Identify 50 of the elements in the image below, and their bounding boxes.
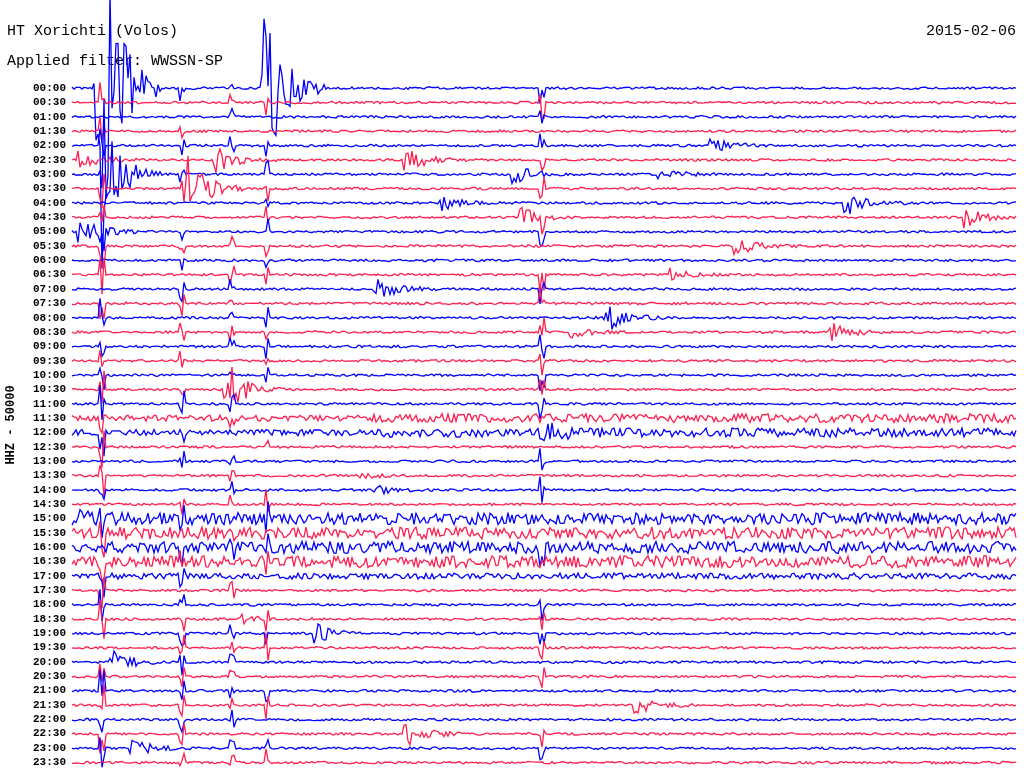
time-label: 18:30: [32, 611, 67, 627]
time-label: 23:00: [32, 740, 67, 756]
time-label: 06:00: [32, 253, 67, 268]
time-label: 01:30: [32, 124, 67, 139]
time-label: 02:30: [32, 152, 67, 168]
time-label: 10:30: [32, 382, 67, 397]
time-label: 13:30: [32, 468, 67, 483]
time-label: 06:30: [32, 267, 67, 282]
time-label: 04:30: [32, 210, 67, 225]
time-label: 13:00: [32, 453, 67, 469]
time-label: 00:30: [32, 95, 67, 110]
time-label: 05:00: [32, 224, 67, 239]
time-label: 07:00: [32, 281, 67, 297]
time-label: 01:00: [32, 109, 67, 125]
time-label: 08:00: [32, 310, 67, 325]
time-label: 16:00: [32, 540, 67, 555]
time-label: 08:30: [32, 324, 67, 340]
time-label: 18:00: [32, 597, 67, 612]
time-label: 11:30: [32, 410, 67, 426]
time-label: 23:30: [32, 755, 67, 770]
time-label: 03:30: [32, 181, 67, 196]
time-label: 14:00: [32, 482, 67, 497]
time-label: 04:00: [32, 195, 67, 211]
time-label: 19:00: [32, 626, 67, 641]
time-label: 12:30: [32, 439, 67, 454]
time-label: 20:30: [32, 669, 67, 684]
time-label: 12:00: [32, 425, 67, 440]
time-label: 09:30: [32, 353, 67, 368]
time-label: 19:30: [32, 640, 67, 655]
time-label: 05:30: [32, 238, 67, 254]
time-label: 09:00: [32, 339, 67, 354]
channel-label: HHZ - 50000: [4, 385, 18, 465]
time-label: 11:00: [32, 396, 67, 411]
time-label: 14:30: [32, 496, 67, 512]
time-label: 10:00: [32, 367, 67, 383]
time-label: 22:30: [32, 726, 67, 741]
time-label: 20:00: [32, 654, 67, 670]
time-label: 07:30: [32, 296, 67, 311]
time-label: 02:00: [32, 138, 67, 153]
time-label: 00:00: [32, 81, 67, 96]
time-label: 16:30: [32, 554, 67, 569]
time-label: 21:30: [32, 697, 67, 713]
time-label: 17:30: [32, 583, 67, 598]
time-label: 22:00: [32, 712, 67, 727]
time-label: 17:00: [32, 568, 67, 584]
time-label: 15:00: [32, 511, 67, 526]
station-title: HT Xorichti (Volos): [7, 22, 179, 40]
time-label: 21:00: [32, 683, 67, 698]
time-label: 15:30: [32, 525, 67, 540]
time-label: 03:00: [32, 167, 67, 182]
